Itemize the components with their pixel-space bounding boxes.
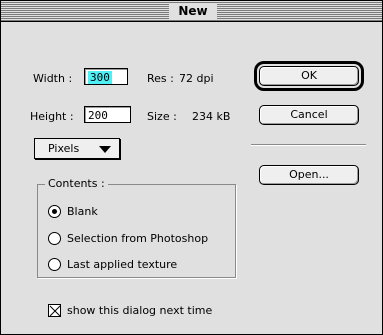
width-value: 300 (88, 71, 112, 84)
res-label: Res : (147, 72, 174, 85)
new-dialog: New Width : 300 Height : 200 Res : 72 dp… (0, 0, 383, 335)
height-value: 200 (88, 109, 108, 122)
size-value: 234 kB (192, 110, 231, 123)
ok-button[interactable]: OK (254, 61, 364, 91)
units-popup[interactable]: Pixels (34, 138, 120, 159)
radio-selection-from-photoshop[interactable] (48, 232, 61, 245)
width-field[interactable]: 300 (84, 68, 128, 85)
units-popup-value: Pixels (48, 142, 80, 155)
radio-blank-label[interactable]: Blank (67, 205, 98, 218)
radio-selection-label[interactable]: Selection from Photoshop (67, 232, 208, 245)
width-label: Width : (33, 72, 73, 85)
contents-label: Contents : (45, 177, 108, 190)
dialog-title: New (169, 3, 217, 19)
radio-blank[interactable] (48, 205, 61, 218)
res-value: 72 dpi (179, 72, 214, 85)
title-bar[interactable]: New (1, 1, 382, 22)
height-field[interactable]: 200 (84, 106, 131, 123)
cancel-button[interactable]: Cancel (259, 105, 359, 125)
open-button[interactable]: Open... (259, 165, 359, 185)
show-dialog-label[interactable]: show this dialog next time (67, 304, 212, 317)
height-label: Height : (30, 110, 74, 123)
check-x-icon (49, 305, 61, 317)
button-separator (251, 144, 366, 146)
show-dialog-checkbox[interactable] (48, 304, 61, 317)
radio-texture-label[interactable]: Last applied texture (67, 258, 177, 271)
size-label: Size : (147, 110, 177, 123)
radio-last-applied-texture[interactable] (48, 258, 61, 271)
popup-arrow-icon (99, 146, 111, 153)
